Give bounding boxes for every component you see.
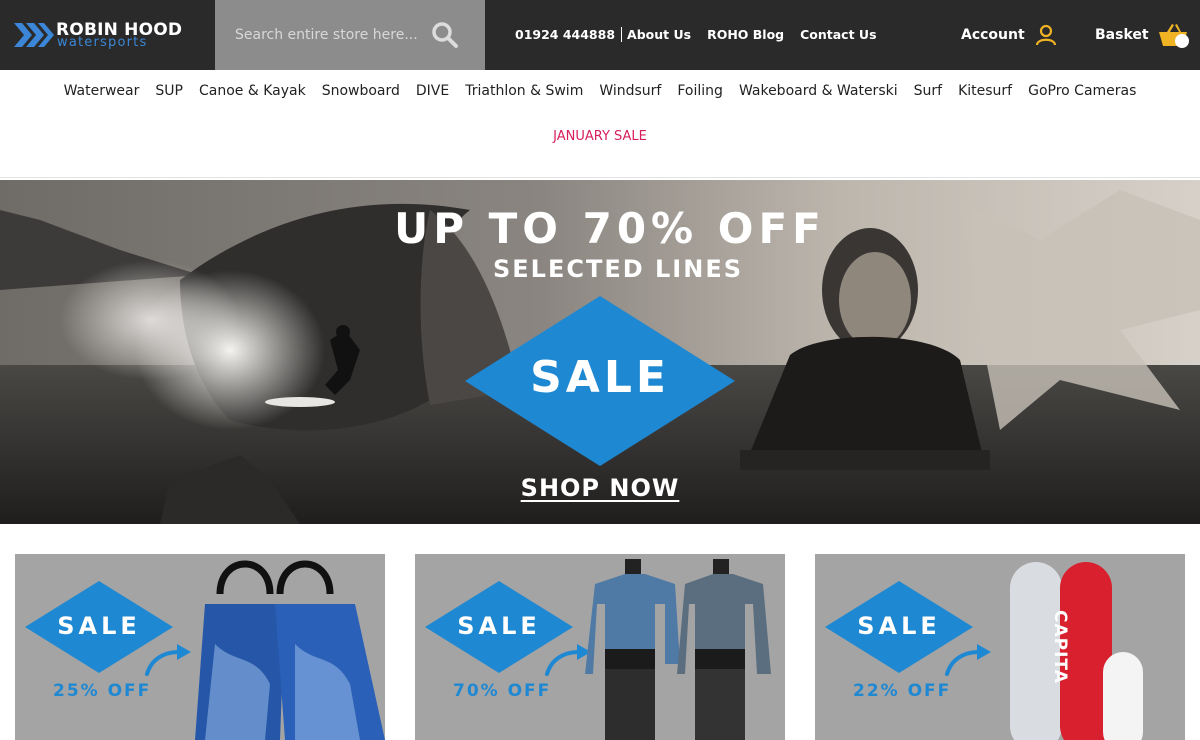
snowboard-image (1010, 562, 1143, 740)
category-menu: Waterwear SUP Canoe & Kayak Snowboard DI… (0, 83, 1200, 99)
promo-tile-snowboard[interactable]: SALE 22% OFF CAPITA (815, 554, 1185, 740)
phone-number[interactable]: 01924 444888 (515, 27, 623, 42)
nav-item-january-sale[interactable]: JANUARY SALE (0, 129, 1200, 144)
tile-discount: 22% OFF (853, 681, 952, 701)
top-header: ROBIN HOOD watersports 01924 444888 Abou… (0, 0, 1200, 70)
contact-us-link[interactable]: Contact Us (800, 27, 876, 42)
nav-item-foiling[interactable]: Foiling (677, 83, 723, 99)
user-icon (1035, 24, 1056, 46)
basket-link[interactable]: Basket (1095, 22, 1189, 48)
nav-item-kitesurf[interactable]: Kitesurf (958, 83, 1012, 99)
nav-item-wakeboard-waterski[interactable]: Wakeboard & Waterski (739, 83, 898, 99)
nav-item-snowboard[interactable]: Snowboard (322, 83, 400, 99)
hero-subheadline: SELECTED LINES (492, 255, 743, 283)
nav-item-sup[interactable]: SUP (155, 83, 183, 99)
promo-tile-drysuit[interactable]: SALE 70% OFF (415, 554, 785, 740)
account-label: Account (961, 27, 1025, 43)
roho-blog-link[interactable]: ROHO Blog (707, 27, 784, 42)
hero-headline: UP TO 70% OFF (394, 204, 826, 253)
dive-fins-image (195, 560, 385, 740)
nav-item-windsurf[interactable]: Windsurf (599, 83, 661, 99)
nav-item-waterwear[interactable]: Waterwear (64, 83, 140, 99)
hero-banner[interactable]: UP TO 70% OFF SELECTED LINES SALE SHOP N… (0, 180, 1200, 524)
search-input[interactable] (215, 0, 420, 70)
curved-arrow-icon (945, 644, 991, 676)
tile-sale-label: SALE (457, 612, 541, 640)
site-logo[interactable]: ROBIN HOOD watersports (14, 20, 194, 50)
main-nav: Waterwear SUP Canoe & Kayak Snowboard DI… (0, 70, 1200, 178)
basket-label: Basket (1095, 27, 1149, 43)
search-box (215, 0, 485, 70)
tile-discount: 70% OFF (453, 681, 552, 701)
nav-item-canoe-kayak[interactable]: Canoe & Kayak (199, 83, 306, 99)
nav-item-triathlon-swim[interactable]: Triathlon & Swim (465, 83, 583, 99)
shop-now-button[interactable]: SHOP NOW (0, 474, 1200, 502)
basket-icon (1158, 22, 1189, 48)
promo-tile-fins[interactable]: SALE 25% OFF (15, 554, 385, 740)
basket-count-badge (1174, 34, 1189, 48)
tile-sale-label: SALE (57, 612, 141, 640)
logo-subtitle: watersports (57, 35, 148, 50)
capita-brand-mark: CAPITA (1050, 610, 1070, 684)
search-icon[interactable] (431, 21, 459, 49)
account-link[interactable]: Account (961, 24, 1057, 46)
nav-item-gopro-cameras[interactable]: GoPro Cameras (1028, 83, 1136, 99)
about-us-link[interactable]: About Us (627, 27, 691, 42)
drysuit-image (585, 559, 771, 740)
chevrons-logo-icon (14, 23, 54, 47)
nav-item-surf[interactable]: Surf (914, 83, 942, 99)
nav-item-dive[interactable]: DIVE (416, 83, 449, 99)
tile-discount: 25% OFF (53, 681, 152, 701)
top-links: 01924 444888 About Us ROHO Blog Contact … (515, 27, 893, 42)
tile-sale-label: SALE (857, 612, 941, 640)
hero-sale-label: SALE (530, 352, 670, 403)
